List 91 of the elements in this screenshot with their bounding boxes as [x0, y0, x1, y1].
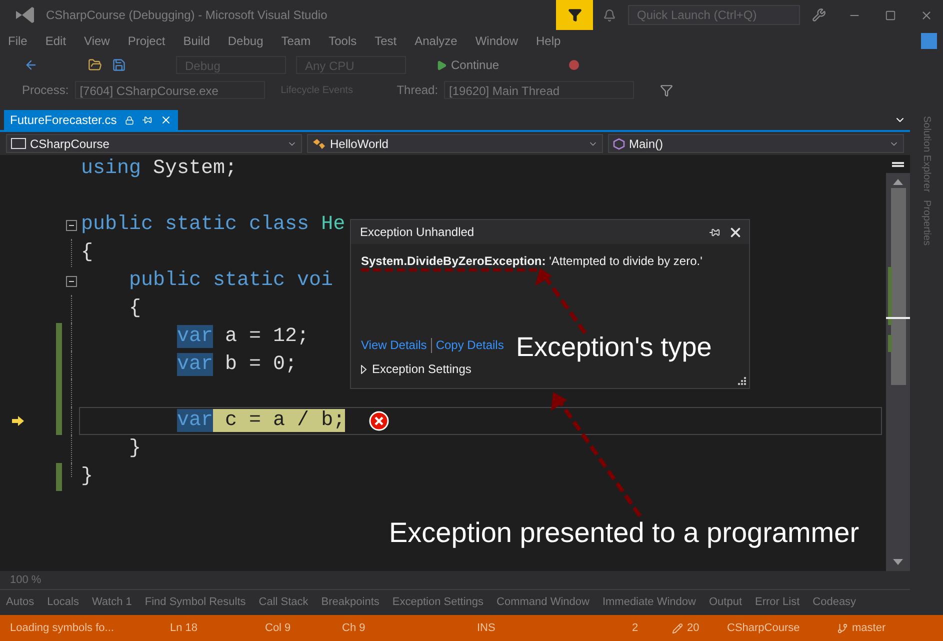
- process-dropdown[interactable]: [7604] CSharpCourse.exe: [74, 81, 265, 99]
- tool-window-tab[interactable]: Command Window: [496, 594, 590, 611]
- details-link[interactable]: View Details: [361, 336, 427, 354]
- back-icon[interactable]: [24, 58, 38, 72]
- side-tab[interactable]: Solution Explorer: [919, 116, 934, 192]
- scroll-down-icon[interactable]: [893, 559, 903, 565]
- menu-item[interactable]: Help: [536, 32, 561, 50]
- popup-title: Exception Unhandled: [360, 224, 476, 241]
- tool-window-tab[interactable]: Locals: [47, 594, 79, 611]
- folder-icon[interactable]: [88, 58, 102, 72]
- navigation-dropdown[interactable]: Main(): [608, 134, 904, 153]
- navigation-dropdown[interactable]: CSharpCourse: [6, 134, 302, 153]
- branch-icon[interactable]: [837, 622, 848, 634]
- code-line: }: [128, 437, 142, 461]
- wrench-icon[interactable]: [812, 8, 826, 22]
- resize-grip-icon[interactable]: [738, 377, 747, 386]
- tool-window-tab[interactable]: Find Symbol Results: [144, 594, 246, 611]
- split-icon[interactable]: [892, 162, 904, 166]
- branch-name[interactable]: master: [852, 620, 886, 636]
- pin-icon[interactable]: [142, 115, 152, 125]
- menu-item[interactable]: File: [8, 32, 28, 50]
- navigation-dropdown[interactable]: HelloWorld: [307, 134, 603, 153]
- dashed-arrow: [535, 268, 587, 334]
- side-tab[interactable]: Properties: [919, 200, 934, 246]
- menu-item[interactable]: Tools: [328, 32, 357, 50]
- pencil-icon[interactable]: [672, 622, 683, 634]
- menu-item[interactable]: View: [84, 32, 110, 50]
- filter-icon[interactable]: [660, 84, 674, 96]
- pin-icon[interactable]: [709, 226, 720, 238]
- notification-icon[interactable]: [603, 8, 616, 22]
- publish-count[interactable]: 2: [632, 620, 672, 636]
- code-line: }: [81, 465, 94, 489]
- code-line: public static class He: [81, 213, 346, 237]
- zoom-level[interactable]: 100 %: [10, 572, 42, 588]
- tool-window-tab[interactable]: Watch 1: [92, 594, 132, 611]
- line-number: Ln 18: [170, 620, 199, 636]
- close-icon[interactable]: [160, 114, 172, 126]
- document-tab[interactable]: FutureForecaster.cs: [4, 110, 178, 130]
- menu-item[interactable]: Debug: [228, 32, 264, 50]
- details-link[interactable]: Copy Details: [436, 336, 504, 354]
- menu-item[interactable]: Edit: [45, 32, 66, 50]
- app-logo-icon: [14, 5, 36, 25]
- process-label: Process:: [22, 82, 69, 99]
- continue-button[interactable]: Continue: [436, 56, 500, 74]
- code-line: public static voi: [128, 269, 334, 293]
- save-icon[interactable]: [112, 58, 126, 72]
- expand-triangle-icon: [361, 364, 367, 374]
- annotation-label: Exception's type: [516, 331, 712, 363]
- collapse-toggle[interactable]: [66, 220, 77, 231]
- stop-icon[interactable]: [569, 60, 580, 70]
- menu-item[interactable]: Window: [475, 32, 518, 50]
- tool-window-tab[interactable]: Immediate Window: [602, 594, 696, 611]
- tool-window-tab[interactable]: Autos: [6, 594, 34, 611]
- funnel-icon: [568, 8, 582, 22]
- tool-window-tab[interactable]: Call Stack: [258, 594, 308, 611]
- menu-item[interactable]: Test: [374, 32, 397, 50]
- play-icon: [436, 60, 447, 70]
- status-message: Loading symbols fo...: [10, 620, 115, 636]
- lock-icon: [124, 116, 134, 124]
- tool-window-tab[interactable]: Codeasy: [812, 594, 856, 611]
- collapse-toggle[interactable]: [66, 276, 77, 287]
- menu-item[interactable]: Build: [183, 32, 210, 50]
- annotation-label: Exception presented to a programmer: [389, 516, 860, 550]
- code-line: var a = 12;: [176, 325, 310, 349]
- tool-window-tab[interactable]: Output: [708, 594, 742, 611]
- menu-item[interactable]: Project: [128, 32, 166, 50]
- thread-dropdown[interactable]: [19620] Main Thread: [444, 81, 634, 99]
- code-line: var c = a / b;: [176, 409, 346, 433]
- tool-window-tab[interactable]: Breakpoints: [321, 594, 380, 611]
- code-line: var b = 0;: [176, 353, 298, 377]
- maximize-icon[interactable]: [885, 10, 896, 20]
- column-number: Col 9: [265, 620, 292, 636]
- menu-item[interactable]: Team: [281, 32, 311, 50]
- project-name[interactable]: CSharpCourse: [727, 620, 837, 636]
- exception-message: System.DivideByZeroException: 'Attempted to divide by zero.': [361, 253, 702, 270]
- char-number: Ch 9: [342, 620, 366, 636]
- tool-window-tab[interactable]: Exception Settings: [392, 594, 484, 611]
- tool-window-tab[interactable]: Error List: [755, 594, 800, 611]
- edit-count[interactable]: 20: [687, 620, 727, 636]
- code-line: {: [128, 297, 142, 321]
- thread-label: Thread:: [396, 82, 438, 99]
- window-title: CSharpCourse (Debugging) - Microsoft Visual Studio: [46, 7, 328, 24]
- scroll-up-icon[interactable]: [893, 179, 903, 185]
- feedback-filter-button[interactable]: [556, 0, 593, 30]
- code-line: {: [81, 241, 94, 265]
- vertical-scrollbar[interactable]: [886, 155, 910, 571]
- code-line: using System;: [81, 157, 238, 181]
- menu-item[interactable]: Analyze: [414, 32, 458, 50]
- cube-icon: [613, 138, 625, 150]
- insert-mode: INS: [477, 620, 496, 636]
- class-icon: [312, 138, 326, 150]
